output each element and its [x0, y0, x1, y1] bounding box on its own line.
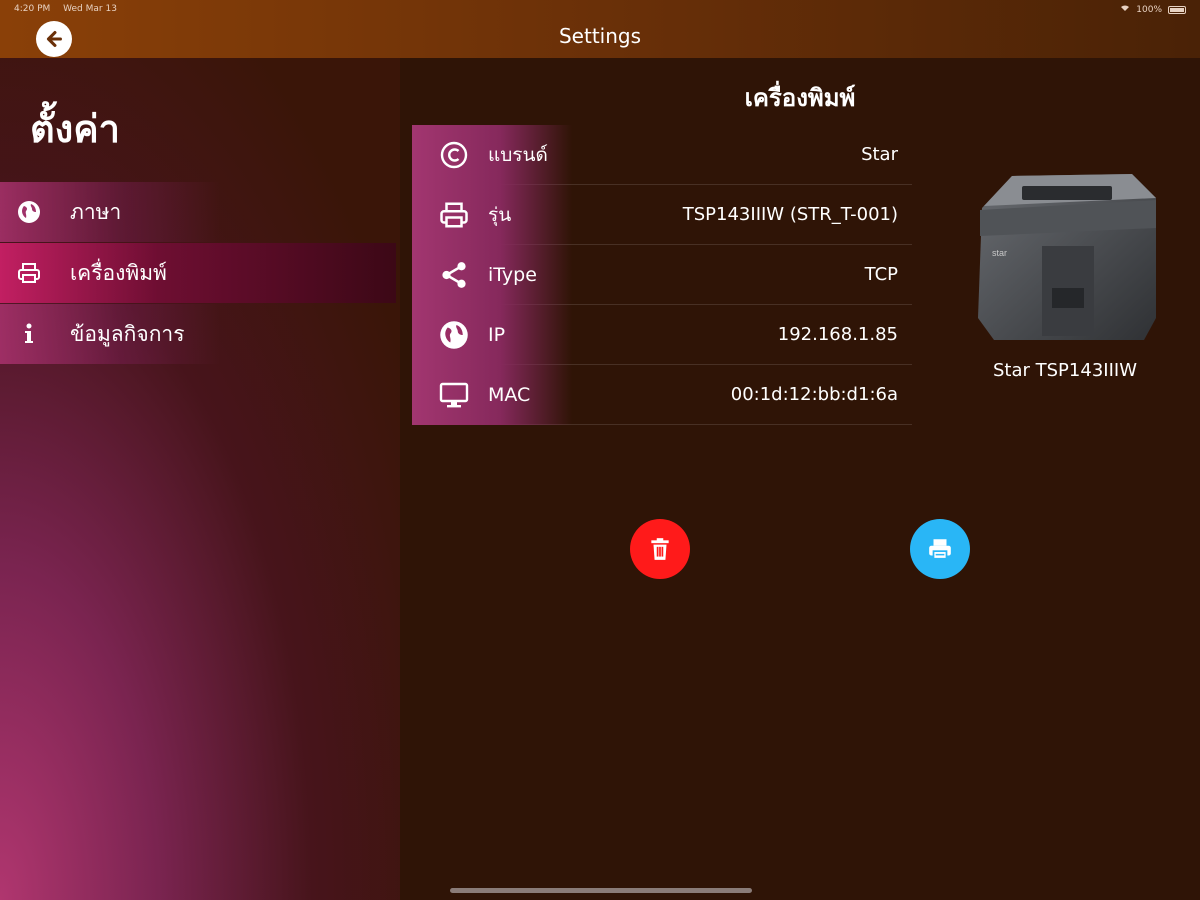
panel-title: เครื่องพิมพ์	[744, 84, 856, 112]
sidebar-item-printer[interactable]: เครื่องพิมพ์	[0, 243, 396, 303]
detail-row-ip: IP 192.168.1.85	[412, 305, 912, 365]
status-bar-right: 100%	[1120, 4, 1186, 15]
detail-key: iType	[488, 263, 537, 286]
detail-row-itype: iType TCP	[412, 245, 912, 305]
sidebar-item-business-info[interactable]: ข้อมูลกิจการ	[0, 304, 400, 364]
globe-icon	[16, 199, 42, 225]
printer-name: Star TSP143IIIW	[993, 360, 1137, 381]
detail-key: รุ่น	[488, 203, 512, 226]
printer-icon	[432, 195, 476, 235]
delete-printer-button[interactable]	[630, 519, 690, 579]
test-print-button[interactable]	[910, 519, 970, 579]
detail-row-mac: MAC 00:1d:12:bb:d1:6a	[412, 365, 912, 425]
status-bar-left: 4:20 PM Wed Mar 13	[14, 4, 127, 14]
sidebar-item-label: ข้อมูลกิจการ	[70, 321, 185, 346]
detail-key: IP	[488, 323, 506, 346]
sidebar-menu: ภาษา เครื่องพิมพ์ ข้อมูลกิจการ	[0, 182, 400, 365]
detail-value: TSP143IIIW (STR_T-001)	[682, 204, 898, 225]
share-icon	[432, 255, 476, 295]
detail-row-model: รุ่น TSP143IIIW (STR_T-001)	[412, 185, 912, 245]
top-bar: 4:20 PM Wed Mar 13 100% Settings	[0, 0, 1200, 58]
globe-icon	[432, 315, 476, 355]
nav-title: Settings	[558, 24, 642, 48]
detail-value: 192.168.1.85	[777, 324, 898, 345]
printer-icon	[16, 260, 42, 286]
wifi-icon	[1120, 4, 1130, 15]
detail-key: MAC	[488, 383, 531, 406]
sidebar-item-label: ภาษา	[70, 199, 122, 224]
detail-key: แบรนด์	[488, 143, 548, 166]
sidebar-title: ตั้งค่า	[30, 107, 120, 151]
battery-icon	[1168, 5, 1186, 14]
sidebar-item-label: เครื่องพิมพ์	[70, 260, 167, 285]
battery-percent: 100%	[1136, 4, 1162, 15]
status-time: 4:20 PM	[14, 4, 51, 14]
detail-value: 00:1d:12:bb:d1:6a	[730, 384, 898, 405]
home-indicator[interactable]	[450, 888, 752, 893]
detail-row-brand: แบรนด์ Star	[412, 125, 912, 185]
copyright-icon	[432, 135, 476, 175]
printer-icon	[929, 539, 951, 560]
svg-text:star: star	[992, 248, 1007, 258]
info-icon	[16, 321, 42, 347]
trash-icon	[651, 538, 669, 560]
printer-detail-list: แบรนด์ Star รุ่น TSP143IIIW (STR_T-001) …	[412, 125, 912, 425]
sidebar: ตั้งค่า ภาษา เครื่องพิมพ์ ข้อมูลกิจการ	[0, 58, 400, 900]
printer-image: star	[972, 168, 1162, 343]
detail-value: TCP	[864, 264, 898, 285]
monitor-icon	[432, 375, 476, 415]
detail-value: Star	[861, 144, 898, 165]
status-date: Wed Mar 13	[63, 4, 117, 14]
sidebar-item-language[interactable]: ภาษา	[0, 182, 400, 242]
